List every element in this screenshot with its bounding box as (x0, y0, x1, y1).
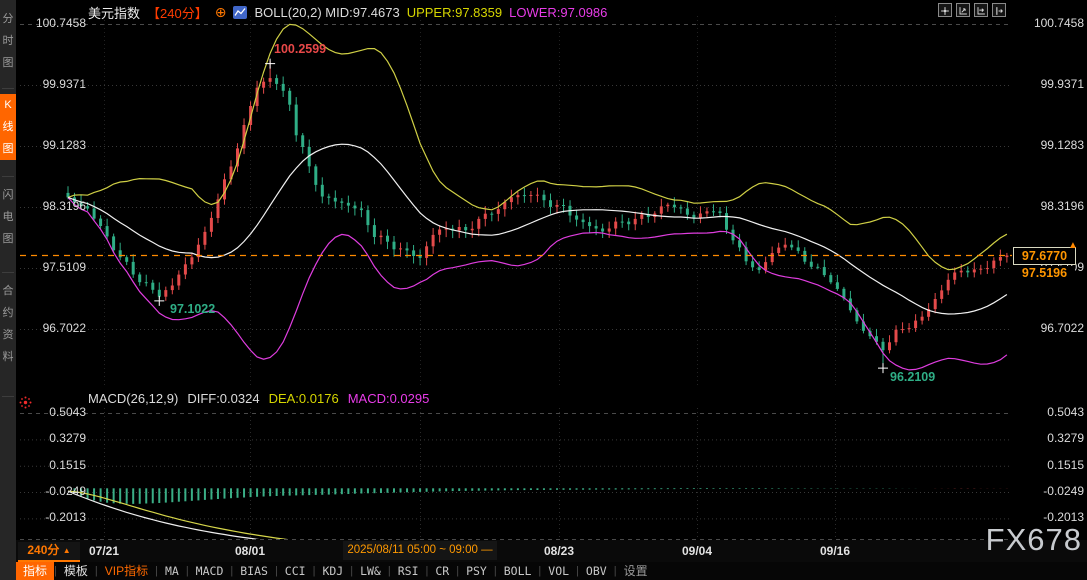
price-up-arrow-icon: ▲ (1068, 240, 1078, 251)
footer-tab-kdj[interactable]: KDJ (315, 562, 350, 580)
macd-dea-value: DEA:0.0176 (269, 391, 339, 406)
main-y-label-right: 96.7022 (1024, 321, 1084, 335)
main-y-label-right: 99.1283 (1024, 138, 1084, 152)
sidebar-divider (2, 396, 14, 397)
macd-y-label-left: 0.1515 (22, 458, 86, 472)
high-price-annotation: 100.2599 (274, 42, 326, 56)
chart-tool-icons (938, 3, 1006, 17)
sidebar-divider (2, 176, 14, 177)
axis-zoom-in-icon[interactable] (956, 3, 970, 17)
x-axis-row: 240分 ▲ 2025/08/11 05:00 ~ 09:00 — 07/21 0… (16, 540, 1087, 562)
footer-tab-cr[interactable]: CR (428, 562, 456, 580)
macd-title: MACD(26,12,9) (88, 391, 178, 406)
footer-tab-bias[interactable]: BIAS (233, 562, 275, 580)
x-tick-label: 09/16 (820, 544, 850, 558)
x-tick-label: 07/21 (89, 544, 119, 558)
indicator-toolbar: 指标|模板|VIP指标|MA|MACD|BIAS|CCI|KDJ|LW&|RSI… (16, 562, 1087, 580)
macd-y-label-right: -0.0249 (1024, 484, 1084, 498)
x-tick-label: 08/23 (544, 544, 574, 558)
sidebar-tab-kline-chart[interactable]: K线图 (0, 94, 16, 160)
sidebar-divider (2, 88, 14, 89)
main-y-label-left: 96.7022 (22, 321, 86, 335)
macd-macd-value: MACD:0.0295 (348, 391, 430, 406)
footer-tab-rsi[interactable]: RSI (391, 562, 426, 580)
low-price-annotation-1: 97.1022 (170, 302, 215, 316)
footer-tab-macd[interactable]: MACD (189, 562, 231, 580)
main-y-label-left: 99.9371 (22, 77, 86, 91)
starburst-icon (19, 396, 32, 409)
crosshair-icon[interactable] (938, 3, 952, 17)
boll-upper-line (68, 24, 1007, 269)
period-selector[interactable]: 240分 ▲ (18, 542, 80, 562)
chart-type-sidebar: 分时图 K线图闪电图合约资料 (0, 0, 16, 580)
extreme-point-markers (154, 59, 888, 373)
sidebar-tab-contract-info[interactable]: 合约资料 (0, 280, 16, 368)
sidebar-divider (2, 272, 14, 273)
sidebar-tab-time-share-chart[interactable]: 分时图 (0, 8, 16, 74)
footer-tab-cci[interactable]: CCI (278, 562, 313, 580)
main-y-label-left: 100.7458 (22, 16, 86, 30)
footer-tab-settings[interactable]: 设置 (617, 562, 655, 580)
main-y-label-right: 98.3196 (1024, 199, 1084, 213)
footer-tab-lw[interactable]: LW& (353, 562, 388, 580)
candles-group (67, 61, 1009, 366)
footer-tab-obv[interactable]: OBV (579, 562, 614, 580)
footer-tab-templates[interactable]: 模板 (57, 562, 95, 580)
period-label: 【240分】 (147, 3, 208, 22)
main-chart-canvas[interactable] (0, 0, 1087, 580)
footer-tab-indicators[interactable]: 指标 (16, 562, 54, 580)
macd-header: MACD(26,12,9) DIFF:0.0324 DEA:0.0176 MAC… (88, 390, 429, 406)
macd-y-label-right: 0.5043 (1024, 405, 1084, 419)
x-tick-label: 09/04 (682, 544, 712, 558)
dropup-arrow-icon: ▲ (63, 546, 71, 555)
boll-upper-value: UPPER:97.8359 (407, 5, 502, 20)
chart-style-icon[interactable] (233, 6, 247, 19)
boll-mid-line (68, 144, 1007, 314)
sidebar-tab-flash-chart[interactable]: 闪电图 (0, 184, 16, 250)
chart-header: 美元指数 【240分】 ⊕ BOLL(20,2) MID:97.4673 UPP… (88, 3, 607, 21)
macd-histogram (68, 488, 1007, 504)
footer-tab-psy[interactable]: PSY (459, 562, 494, 580)
macd-y-label-right: 0.3279 (1024, 431, 1084, 445)
symbol-name: 美元指数 (88, 3, 140, 22)
main-y-label-left: 98.3196 (22, 199, 86, 213)
footer-tab-vol[interactable]: VOL (541, 562, 576, 580)
grid-lines (20, 16, 1012, 540)
axis-zoom-out-icon[interactable] (974, 3, 988, 17)
macd-diff-value: DIFF:0.0324 (187, 391, 259, 406)
macd-y-label-left: 0.3279 (22, 431, 86, 445)
boll-mid-value: BOLL(20,2) MID:97.4673 (254, 5, 399, 20)
footer-tab-vip-indicators[interactable]: VIP指标 (98, 562, 155, 580)
main-y-label-left: 97.5109 (22, 260, 86, 274)
pan-right-icon[interactable] (992, 3, 1006, 17)
add-indicator-icon[interactable]: ⊕ (215, 5, 227, 19)
macd-y-label-left: -0.0249 (22, 484, 86, 498)
main-y-label-right: 100.7458 (1024, 16, 1084, 30)
low-price-annotation-2: 96.2109 (890, 370, 935, 384)
main-y-label-left: 99.1283 (22, 138, 86, 152)
hover-price-label: 97.5196 (1014, 266, 1075, 281)
x-tick-label: 08/01 (235, 544, 265, 558)
footer-tab-boll[interactable]: BOLL (497, 562, 539, 580)
macd-y-label-left: -0.2013 (22, 510, 86, 524)
main-y-label-right: 99.9371 (1024, 77, 1084, 91)
footer-tab-ma[interactable]: MA (158, 562, 186, 580)
macd-y-label-right: 0.1515 (1024, 458, 1084, 472)
hover-time-tooltip: 2025/08/11 05:00 ~ 09:00 — (343, 541, 497, 560)
boll-lower-value: LOWER:97.0986 (509, 5, 607, 20)
last-price-label: 97.6770 (1013, 247, 1076, 265)
chart-window: 分时图 K线图闪电图合约资料 美元指数 【240分】 ⊕ BOLL(20,2) M… (0, 0, 1087, 580)
watermark: FX678 (986, 522, 1082, 558)
